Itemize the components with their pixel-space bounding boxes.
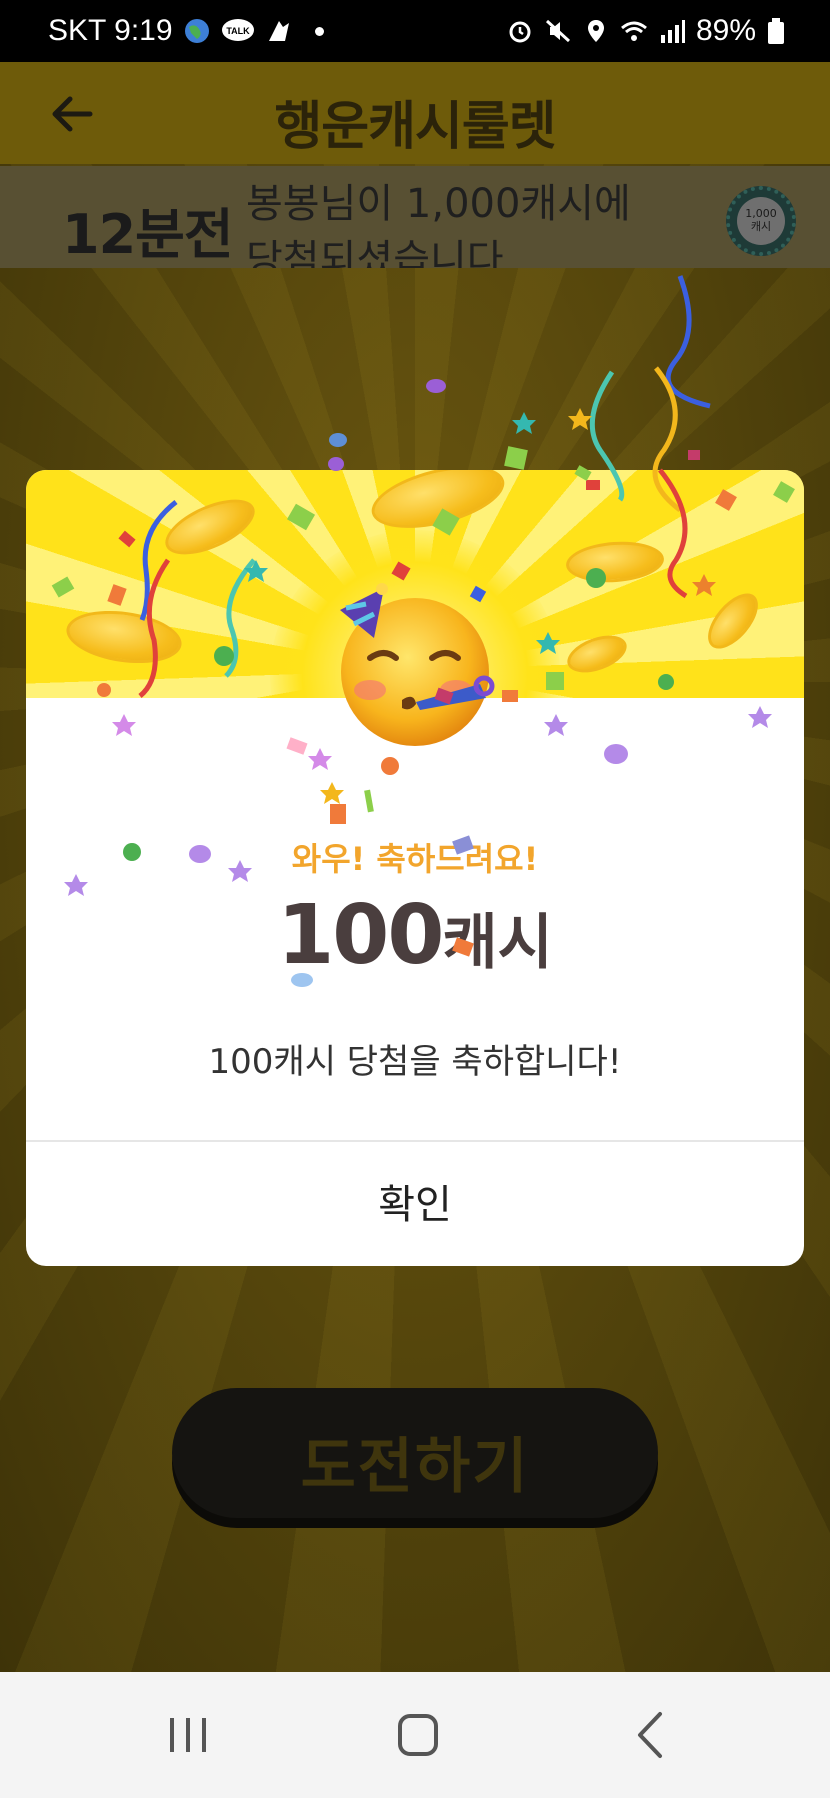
badge-unit: 캐시 bbox=[750, 220, 772, 233]
cash-coin-badge: 1,000 캐시 bbox=[726, 186, 796, 256]
system-nav-bar bbox=[0, 1672, 830, 1798]
challenge-label: 도전하기 bbox=[300, 1432, 530, 1502]
ticker-time: 12분전 bbox=[62, 203, 234, 266]
mute-vibrate-icon bbox=[545, 19, 570, 43]
confirm-button[interactable]: 확인 bbox=[26, 1142, 804, 1266]
reward-amount: 100캐시 bbox=[26, 888, 804, 983]
signal-icon bbox=[660, 20, 685, 43]
status-bar: SKT 9:19 TALK 89% bbox=[0, 0, 830, 62]
wifi-icon bbox=[620, 21, 647, 41]
back-icon[interactable] bbox=[612, 1702, 692, 1768]
ticker-message: 봉봉님이 1,000캐시에 당첨되셨습니다 bbox=[246, 181, 631, 268]
cash-coin-badge-text: 1,000 캐시 bbox=[737, 197, 785, 245]
reward-dialog: 와우! 축하드려요! 100캐시 100캐시 당첨을 축하합니다! 확인 bbox=[26, 470, 804, 1266]
recent-apps-icon[interactable] bbox=[148, 1702, 228, 1768]
alarm-icon bbox=[509, 21, 531, 43]
home-icon[interactable] bbox=[378, 1702, 458, 1768]
reward-description: 100캐시 당첨을 축하합니다! bbox=[208, 1042, 622, 1082]
congrats-text: 와우! 축하드려요! bbox=[291, 840, 539, 878]
globe-icon bbox=[184, 19, 209, 43]
battery-percent: 89% bbox=[695, 14, 756, 47]
battery-icon bbox=[768, 18, 784, 44]
badge-amount: 1,000 bbox=[745, 207, 777, 220]
carrier-time: SKT 9:19 bbox=[48, 14, 173, 47]
notification-app-icon bbox=[268, 21, 289, 41]
location-icon bbox=[587, 20, 604, 42]
talk-label: TALK bbox=[226, 26, 250, 36]
page-title: 행운캐시룰렛 bbox=[274, 97, 556, 157]
reward-number: 100 bbox=[277, 888, 444, 983]
app-header: 행운캐시룰렛 bbox=[0, 62, 830, 164]
more-notifications-dot bbox=[314, 26, 324, 36]
party-face-icon bbox=[340, 583, 495, 746]
kakaotalk-icon: TALK bbox=[221, 19, 254, 41]
challenge-button[interactable]: 도전하기 bbox=[172, 1388, 658, 1518]
winner-ticker: 12분전 봉봉님이 1,000캐시에 당첨되셨습니다 bbox=[0, 166, 830, 268]
reward-unit: 캐시 bbox=[442, 908, 553, 978]
